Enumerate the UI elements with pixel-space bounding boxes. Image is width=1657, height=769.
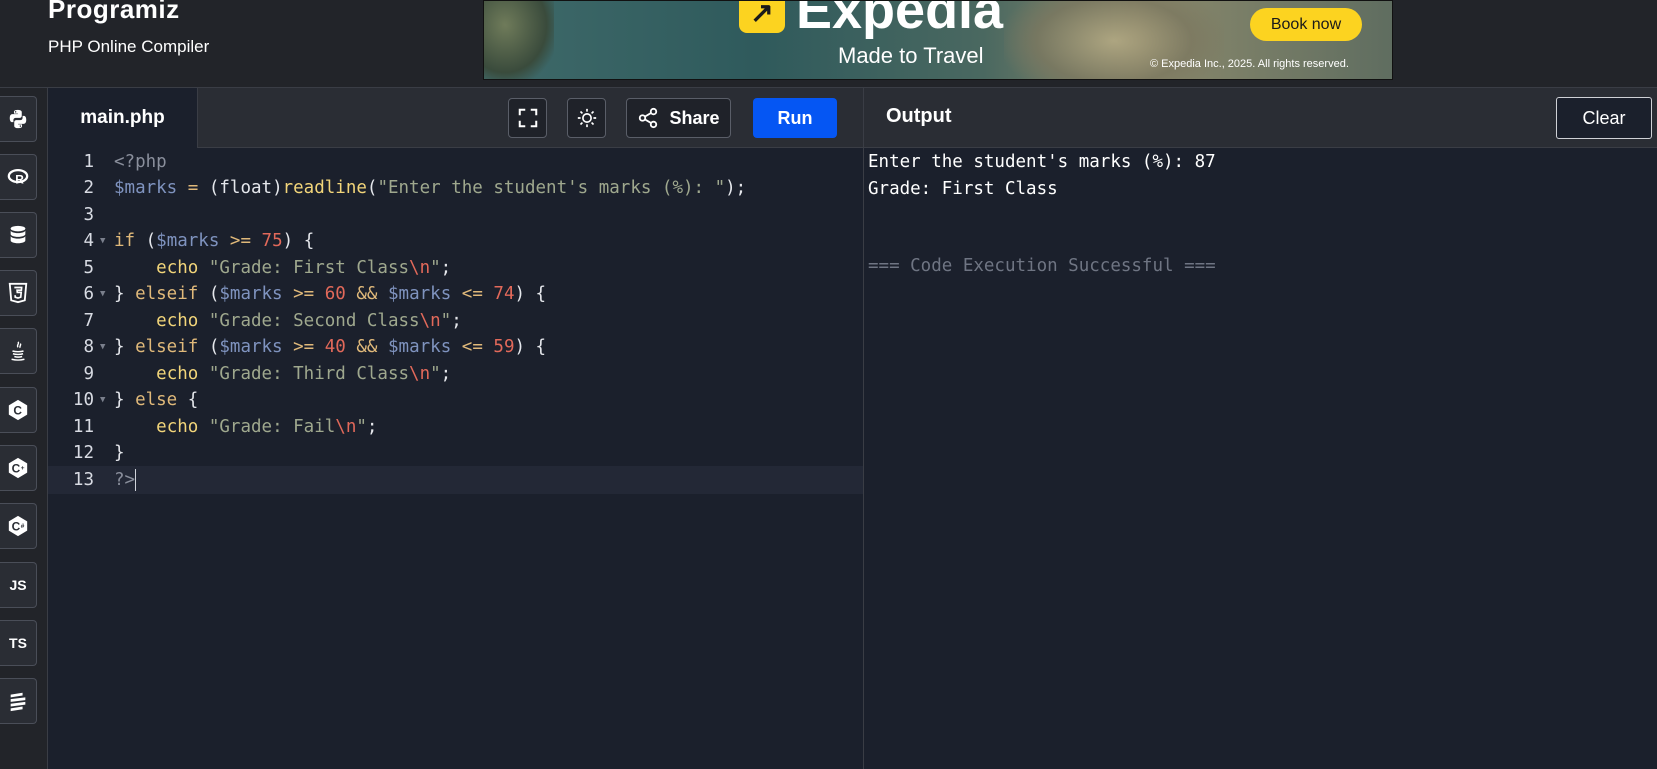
fullscreen-icon: [518, 108, 537, 128]
line-number: 3: [83, 204, 94, 225]
code-text: ?>: [114, 469, 136, 490]
code-text: } elseif ($marks >= 60 && $marks <= 74) …: [114, 283, 547, 304]
code-line: 6 ▼ } elseif ($marks >= 60 && $marks <= 7…: [48, 280, 863, 308]
output-toolbar: Output Clear: [863, 88, 1657, 148]
swift-icon: [10, 692, 26, 712]
fold-arrow-icon[interactable]: ▼: [100, 395, 114, 405]
clear-button[interactable]: Clear: [1556, 97, 1652, 139]
share-icon: [639, 107, 658, 129]
csharp-icon: C #: [8, 515, 28, 537]
ad-rock-left: [484, 1, 554, 79]
language-javascript-button[interactable]: JS: [0, 562, 37, 608]
line-number: 9: [83, 363, 94, 384]
code-line: 3: [48, 201, 863, 229]
fold-arrow-icon[interactable]: ▼: [100, 342, 114, 352]
code-text: } elseif ($marks >= 40 && $marks <= 59) …: [114, 336, 547, 357]
svg-text:#: #: [21, 523, 25, 530]
fold-arrow-icon[interactable]: ▼: [100, 289, 114, 299]
code-text: }: [114, 442, 125, 463]
execution-status: === Code Execution Successful ===: [868, 256, 1216, 276]
cpp-icon: C +: [8, 457, 28, 479]
output-panel[interactable]: Enter the student's marks (%): 87 Grade:…: [863, 148, 1657, 769]
code-text: <?php: [114, 151, 167, 172]
language-sql-button[interactable]: [0, 212, 37, 258]
language-python-button[interactable]: [0, 96, 37, 142]
theme-toggle-button[interactable]: [567, 98, 606, 138]
svg-text:R: R: [15, 172, 24, 186]
code-line: 8 ▼ } elseif ($marks >= 40 && $marks <= 5…: [48, 333, 863, 361]
line-number: 6: [83, 283, 94, 304]
code-line-active: 13 ?>: [48, 466, 863, 494]
code-text: echo "Grade: Third Class\n";: [156, 363, 452, 384]
svg-text:C: C: [12, 462, 21, 476]
output-title: Output: [886, 105, 952, 127]
code-line: 10 ▼ } else {: [48, 386, 863, 414]
code-text: } else {: [114, 389, 199, 410]
output-line: Enter the student's marks (%): 87: [868, 152, 1216, 172]
top-header: Programiz PHP Online Compiler ↗ Expedia …: [0, 0, 1657, 88]
line-number: 12: [72, 442, 94, 463]
programiz-logo[interactable]: Programiz: [48, 0, 180, 25]
line-number: 2: [83, 177, 94, 198]
code-line: 4 ▼ if ($marks >= 75) {: [48, 227, 863, 255]
language-csharp-button[interactable]: C #: [0, 503, 37, 549]
svg-text:C: C: [13, 404, 22, 418]
svg-text:C: C: [12, 520, 21, 534]
code-text: echo "Grade: Fail\n";: [156, 416, 378, 437]
language-r-button[interactable]: R: [0, 154, 37, 200]
sun-icon: [577, 108, 596, 128]
c-icon: C: [8, 399, 28, 421]
code-line: 7 echo "Grade: Second Class\n";: [48, 307, 863, 335]
ad-book-now-button[interactable]: Book now: [1250, 8, 1362, 41]
text-cursor: [135, 468, 137, 491]
code-line: 9 echo "Grade: Third Class\n";: [48, 360, 863, 388]
code-line: 1 <?php: [48, 148, 863, 176]
code-text: echo "Grade: Second Class\n";: [156, 310, 462, 331]
expedia-ad-banner[interactable]: ↗ Expedia Made to Travel Book now © Expe…: [483, 0, 1393, 80]
code-line: 2 $marks = (float)readline("Enter the st…: [48, 174, 863, 202]
output-line: Grade: First Class: [868, 179, 1058, 199]
java-icon: [11, 341, 25, 361]
code-text: if ($marks >= 75) {: [114, 230, 315, 251]
line-number: 8: [83, 336, 94, 357]
code-text: echo "Grade: First Class\n";: [156, 257, 452, 278]
fold-arrow-icon[interactable]: ▼: [100, 236, 114, 246]
fullscreen-button[interactable]: [508, 98, 547, 138]
page-subtitle: PHP Online Compiler: [48, 37, 210, 56]
line-number: 10: [72, 389, 94, 410]
python-icon: [9, 109, 27, 129]
line-number: 5: [83, 257, 94, 278]
language-typescript-button[interactable]: TS: [0, 620, 37, 666]
editor-toolbar: main.php Share Run: [48, 88, 863, 148]
expedia-logo-icon: ↗: [739, 1, 785, 33]
line-number: 4: [83, 230, 94, 251]
language-java-button[interactable]: [0, 328, 37, 374]
r-icon: R: [7, 168, 29, 186]
language-c-button[interactable]: C: [0, 387, 37, 433]
tab-main-php[interactable]: main.php: [48, 88, 198, 148]
ad-brand: Expedia: [796, 0, 1004, 40]
ad-tagline: Made to Travel: [838, 43, 984, 68]
line-number: 7: [83, 310, 94, 331]
language-cpp-button[interactable]: C +: [0, 445, 37, 491]
language-swift-button[interactable]: [0, 678, 37, 724]
code-text: $marks = (float)readline("Enter the stud…: [114, 177, 747, 198]
svg-text:+: +: [21, 465, 25, 472]
language-sidebar: R C C + C # JS TS: [0, 88, 48, 769]
line-number: 13: [72, 469, 94, 490]
line-number: 1: [83, 151, 94, 172]
database-icon: [10, 225, 26, 244]
share-button[interactable]: Share: [626, 98, 731, 138]
code-line: 11 echo "Grade: Fail\n";: [48, 413, 863, 441]
share-label: Share: [669, 107, 720, 128]
line-number: 11: [72, 416, 94, 437]
code-line: 5 echo "Grade: First Class\n";: [48, 254, 863, 282]
language-html-button[interactable]: [0, 270, 37, 316]
html5-icon: [8, 282, 28, 304]
code-line: 12 }: [48, 439, 863, 467]
ad-copyright: © Expedia Inc., 2025. All rights reserve…: [1150, 58, 1349, 70]
run-button[interactable]: Run: [753, 98, 837, 138]
code-editor[interactable]: 1 <?php 2 $marks = (float)readline("Ente…: [48, 148, 863, 769]
